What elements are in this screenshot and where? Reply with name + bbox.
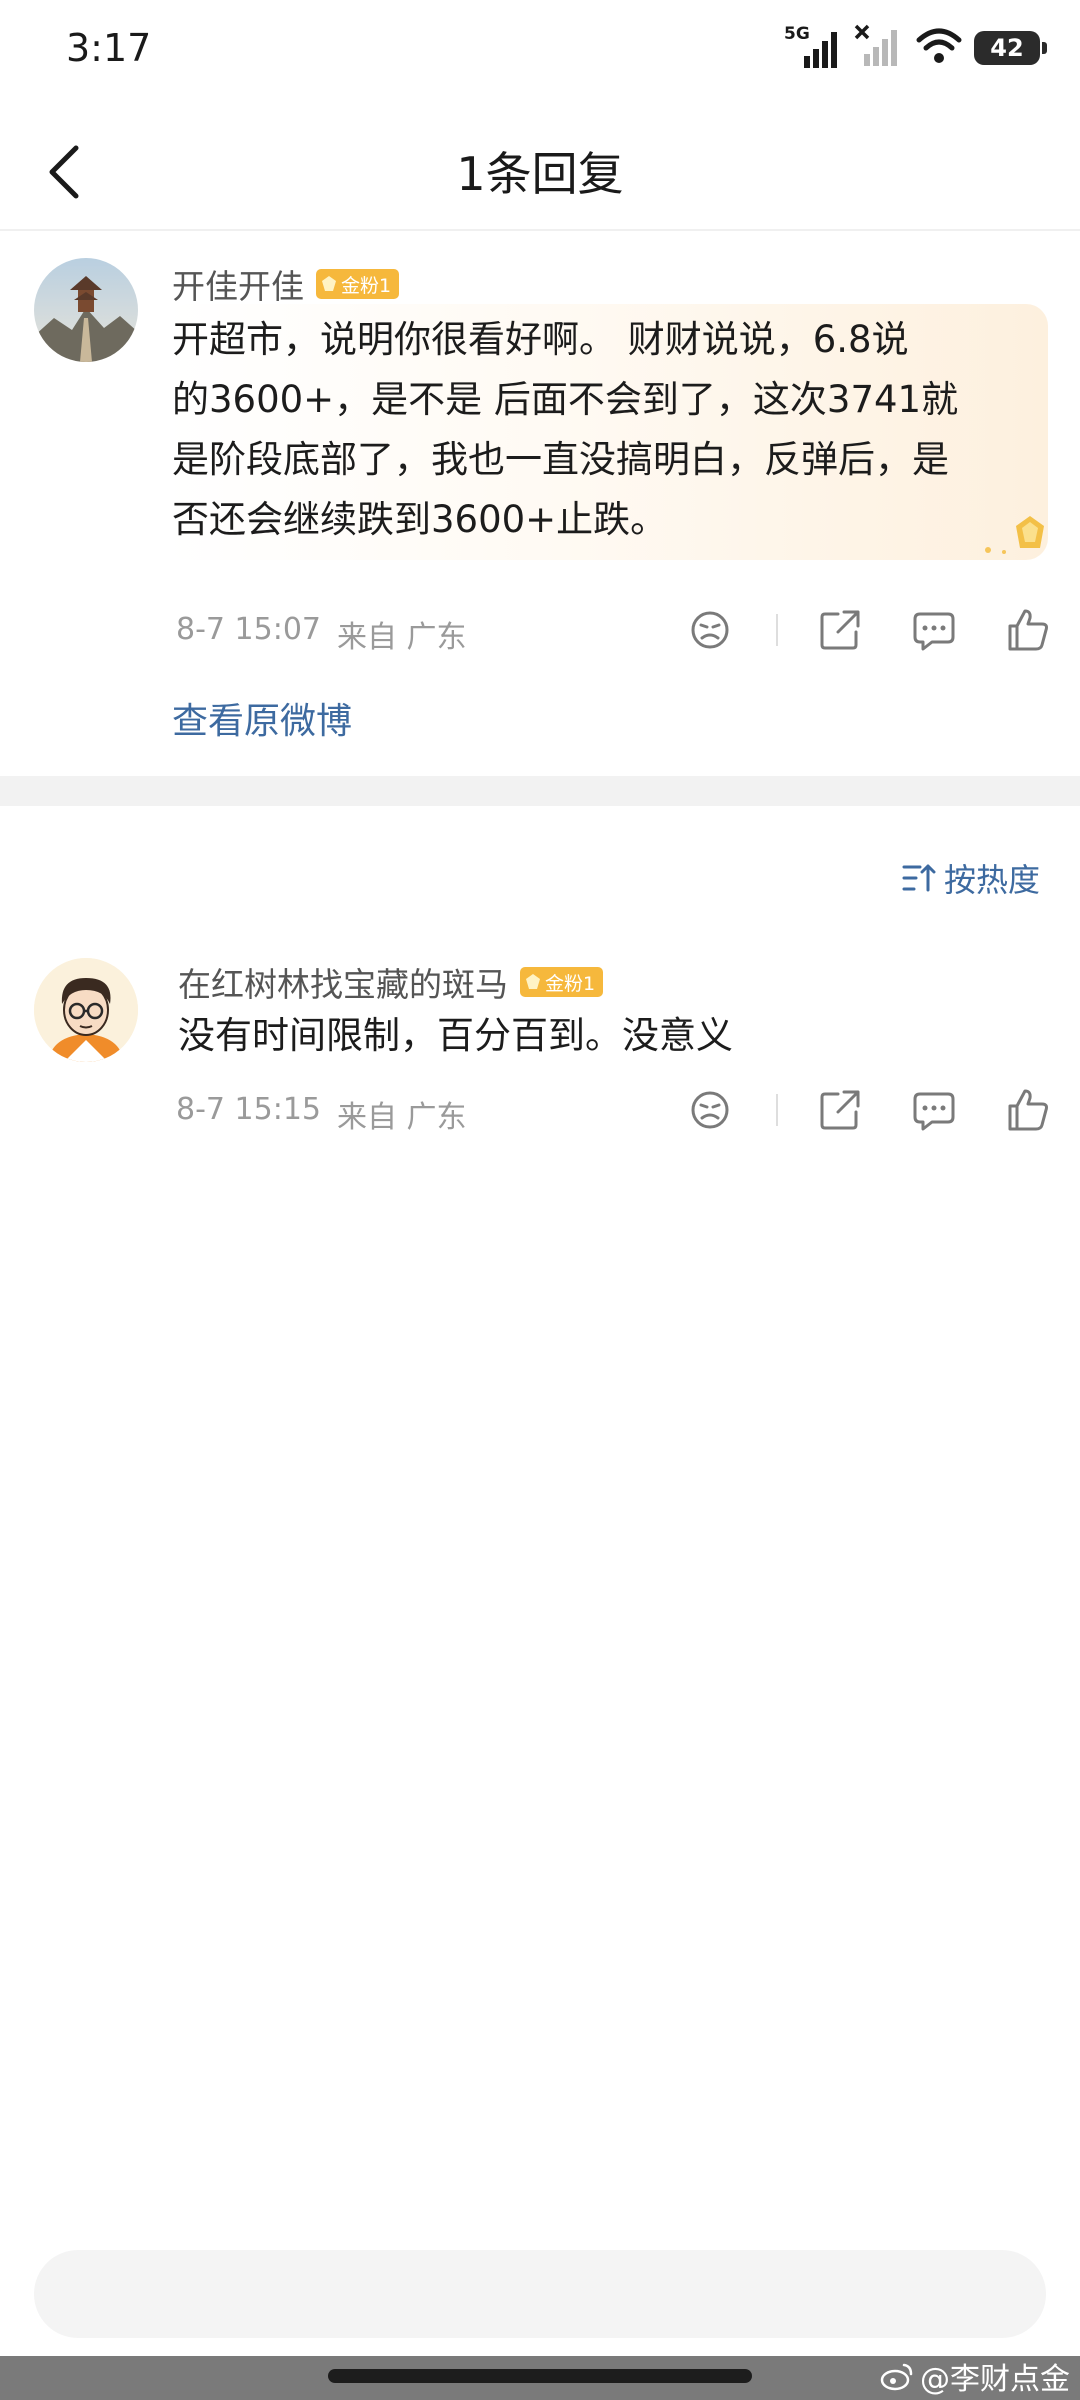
section-divider: [0, 776, 1080, 806]
wifi-icon: [916, 26, 962, 70]
reply-text: 没有时间限制，百分百到。没意义: [178, 1014, 733, 1057]
reply-source: 来自 广东: [337, 1100, 467, 1135]
comment-icon: [913, 1092, 955, 1131]
avatar[interactable]: [34, 258, 138, 362]
post-author-row: 开佳开佳 金粉1: [172, 260, 400, 308]
share-button[interactable]: [816, 1086, 864, 1134]
comment-icon: [913, 612, 955, 651]
post-timestamp: 8-7 15:07: [176, 612, 321, 647]
badge-gem-icon: [322, 276, 336, 291]
reply-timestamp: 8-7 15:15: [176, 1092, 321, 1127]
battery-icon: 42: [974, 31, 1047, 65]
page-title: 1条回复: [456, 147, 624, 201]
share-icon: [820, 1090, 860, 1130]
header-divider: [0, 229, 1080, 231]
sort-icon: [902, 864, 936, 892]
like-icon: [1008, 1089, 1048, 1131]
dislike-face-icon: [691, 1091, 729, 1129]
reply-actions: [686, 1086, 1052, 1134]
post-actions: [686, 606, 1052, 654]
like-button[interactable]: [1004, 1086, 1052, 1134]
post-text-line: 是阶段底部了，我也一直没搞明白，反弹后，是: [172, 438, 949, 481]
action-separator: [776, 1094, 778, 1126]
post-username[interactable]: 开佳开佳: [172, 260, 304, 308]
post-text-line: 的3600+，是不是 后面不会到了，这次3741就: [172, 378, 959, 421]
home-indicator[interactable]: [328, 2369, 752, 2383]
status-icons: 5G 42: [784, 24, 1047, 72]
watermark: @李财点金: [880, 2354, 1070, 2398]
like-button[interactable]: [1004, 606, 1052, 654]
sort-label: 按热度: [943, 861, 1040, 899]
dislike-button[interactable]: [686, 1086, 734, 1134]
comment-button[interactable]: [910, 1086, 958, 1134]
share-button[interactable]: [816, 606, 864, 654]
post-text: 开超市，说明你很看好啊。 财财说说，6.8说 的3600+，是不是 后面不会到了…: [172, 310, 1042, 550]
watermark-text: @李财点金: [920, 2362, 1070, 2397]
post-text-line: 开超市，说明你很看好啊。 财财说说，6.8说: [172, 318, 909, 361]
reply-avatar[interactable]: [34, 958, 138, 1062]
badge-gem-icon: [526, 974, 540, 989]
reply-author-row: 在红树林找宝藏的斑马 金粉1: [178, 958, 604, 1006]
battery-level: 42: [990, 34, 1024, 62]
dislike-face-icon: [691, 611, 729, 649]
comment-input[interactable]: [34, 2250, 1046, 2338]
reply-meta: 8-7 15:15 来自 广东: [176, 1092, 467, 1136]
weibo-logo-icon: [880, 2363, 913, 2391]
sort-button[interactable]: 按热度: [902, 855, 1040, 901]
badge-label: 金粉1: [341, 274, 392, 297]
view-original-link[interactable]: 查看原微博: [172, 692, 352, 744]
dislike-button[interactable]: [686, 606, 734, 654]
action-separator: [776, 614, 778, 646]
post-source: 来自 广东: [337, 620, 467, 655]
post-text-line: 否还会继续跌到3600+止跌。: [172, 498, 668, 541]
badge-label: 金粉1: [545, 972, 596, 995]
comment-button[interactable]: [910, 606, 958, 654]
fan-badge[interactable]: 金粉1: [316, 269, 400, 299]
cellular-no-signal-icon: [854, 24, 904, 72]
post-meta: 8-7 15:07 来自 广东: [176, 612, 467, 656]
status-time: 3:17: [66, 26, 152, 70]
reply-username[interactable]: 在红树林找宝藏的斑马: [178, 958, 508, 1006]
fan-badge[interactable]: 金粉1: [520, 967, 604, 997]
share-icon: [820, 610, 860, 650]
like-icon: [1008, 609, 1048, 651]
cellular-5g-icon: 5G: [784, 24, 842, 70]
